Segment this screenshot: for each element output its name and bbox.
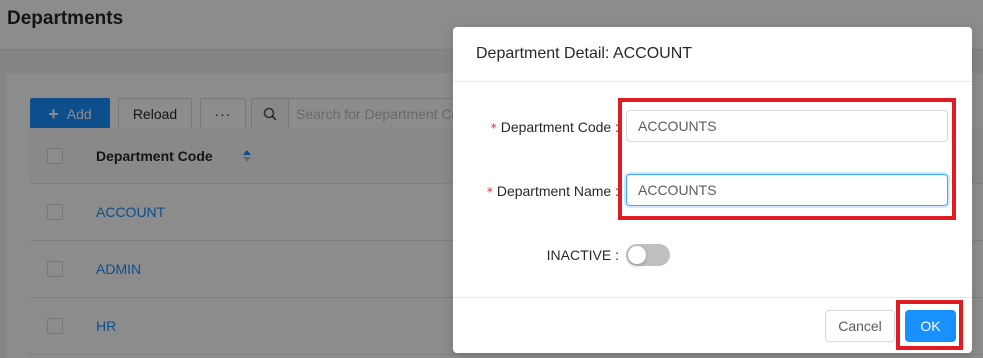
required-mark: *	[486, 185, 493, 199]
department-code-label-text: Department Code :	[500, 119, 619, 135]
modal-header: Department Detail: ACCOUNT	[453, 27, 972, 82]
department-name-field[interactable]	[626, 174, 948, 206]
required-mark: *	[490, 121, 497, 135]
department-code-label: * Department Code :	[489, 119, 619, 135]
toggle-knob	[628, 246, 646, 264]
department-name-label: * Department Name :	[483, 183, 619, 199]
modal-footer: Cancel OK	[453, 297, 972, 353]
modal-title: Department Detail: ACCOUNT	[476, 45, 693, 62]
inactive-toggle[interactable]	[626, 244, 670, 266]
department-detail-modal: Department Detail: ACCOUNT * Department C…	[453, 27, 972, 353]
department-code-field[interactable]	[626, 110, 948, 142]
cancel-button[interactable]: Cancel	[825, 310, 895, 342]
ok-button[interactable]: OK	[905, 310, 956, 342]
department-name-label-text: Department Name :	[496, 183, 619, 199]
inactive-label: INACTIVE :	[546, 247, 619, 263]
